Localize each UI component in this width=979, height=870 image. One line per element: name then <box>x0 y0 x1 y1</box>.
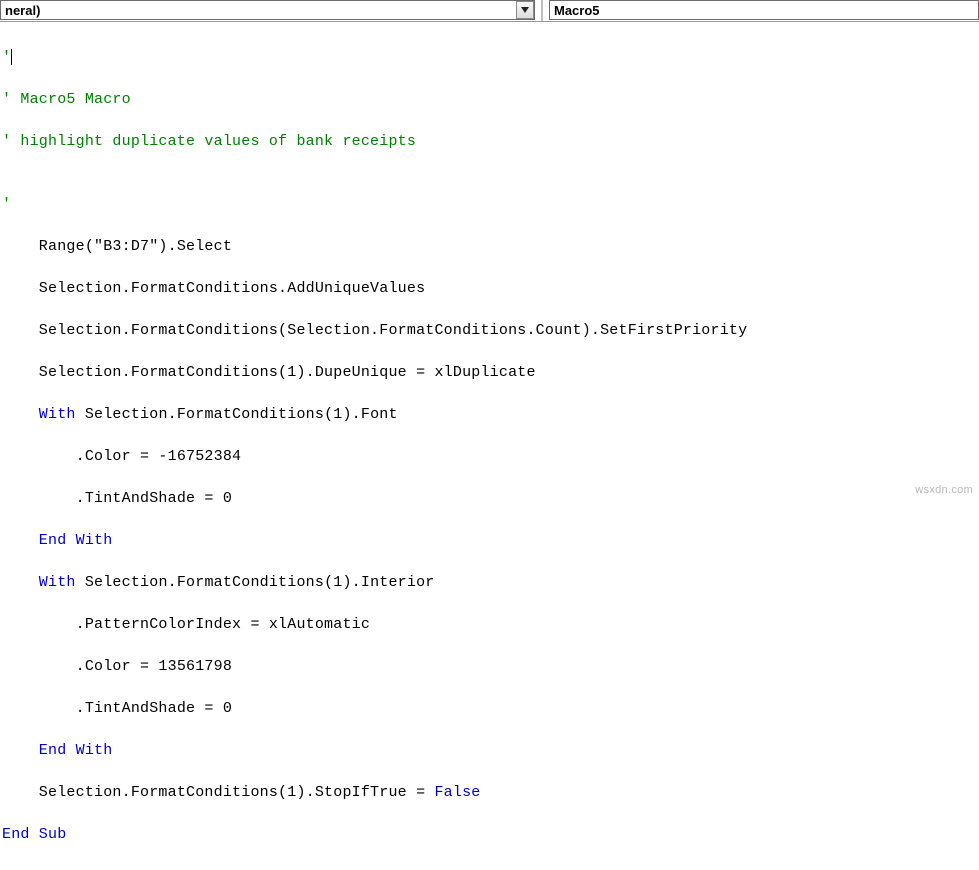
code-line: .Color = -16752384 <box>2 448 241 465</box>
code-line: Selection.FormatConditions(1).DupeUnique… <box>2 364 536 381</box>
code-line: Selection.FormatConditions(1).Interior <box>76 574 435 591</box>
object-dropdown[interactable]: neral) <box>0 0 535 20</box>
procedure-dropdown-text: Macro5 <box>550 3 978 18</box>
code-line: ' <box>2 133 11 150</box>
code-line: highlight duplicate values of bank recei… <box>11 133 416 150</box>
watermark-text: wsxdn.com <box>915 484 973 496</box>
code-line: Range("B3:D7").Select <box>2 238 232 255</box>
code-line: Selection.FormatConditions(1).StopIfTrue… <box>2 784 434 801</box>
code-line: End With <box>2 742 112 759</box>
code-line: .Color = 13561798 <box>2 658 232 675</box>
code-line: End Sub <box>2 826 66 843</box>
procedure-dropdown[interactable]: Macro5 <box>549 0 979 20</box>
code-editor[interactable]: ' ' Macro5 Macro ' highlight duplicate v… <box>0 22 979 870</box>
text-caret <box>11 49 12 65</box>
code-line: Selection.FormatConditions.AddUniqueValu… <box>2 280 425 297</box>
code-line: .PatternColorIndex = xlAutomatic <box>2 616 370 633</box>
code-line: Macro5 Macro <box>11 91 131 108</box>
splitter-handle[interactable] <box>541 0 543 21</box>
dropdown-bar: neral) Macro5 <box>0 0 979 22</box>
code-line: End With <box>2 532 112 549</box>
code-line: Selection.FormatConditions(Selection.For… <box>2 322 747 339</box>
code-line: .TintAndShade = 0 <box>2 700 232 717</box>
object-dropdown-text: neral) <box>1 3 516 18</box>
code-line: ' <box>2 196 11 213</box>
code-line: Selection.FormatConditions(1).Font <box>76 406 398 423</box>
object-dropdown-button[interactable] <box>516 1 534 19</box>
code-line: ' <box>2 49 11 66</box>
code-line: .TintAndShade = 0 <box>2 490 232 507</box>
code-line: With <box>2 574 76 591</box>
chevron-down-icon <box>521 7 529 13</box>
code-line: False <box>434 784 480 801</box>
code-line: ' <box>2 91 11 108</box>
code-line: With <box>2 406 76 423</box>
